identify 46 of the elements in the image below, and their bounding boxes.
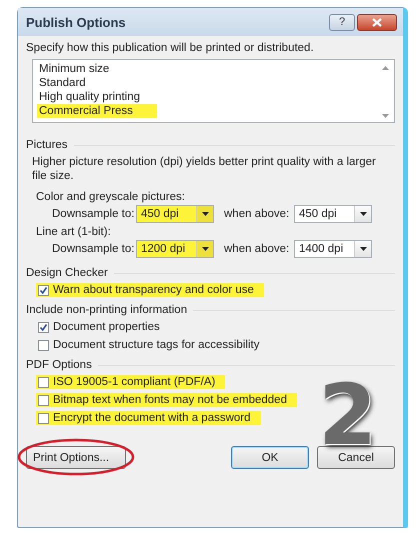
help-button[interactable]: ? (329, 14, 355, 30)
checkbox[interactable] (38, 376, 49, 388)
checkbox-option[interactable]: ISO 19005-1 compliant (PDF/A) (36, 375, 226, 389)
dropdown-arrow-icon (360, 212, 366, 216)
downsample-dropdown[interactable]: 1200 dpi (136, 240, 214, 258)
group-label: Line art (1-bit): (36, 226, 112, 238)
dropdown-arrow-icon (202, 212, 208, 216)
dialog-button[interactable]: Cancel (317, 446, 395, 469)
close-button[interactable] (357, 14, 397, 30)
checkbox-option[interactable]: Document structure tags for accessibility (36, 338, 270, 352)
preset-list[interactable]: Minimum size Standard High quality printing Commercial Press (32, 59, 395, 123)
checkbox-option[interactable]: Bitmap text when fonts may not be embedded (36, 393, 297, 407)
dialog-button[interactable]: OK (231, 446, 309, 469)
checkbox-option[interactable]: Document properties (36, 320, 170, 334)
dialog-button[interactable]: Print Options... (26, 446, 126, 469)
window-title: Publish Options (26, 14, 126, 30)
checkbox[interactable] (38, 394, 49, 406)
field-label: Downsample to: (52, 208, 136, 220)
section-heading: Design Checker (26, 267, 108, 279)
field-label: when above: (224, 243, 290, 255)
dropdown-arrow-icon (202, 247, 208, 251)
section-heading: PDF Options (26, 359, 92, 371)
checkbox-option[interactable]: Warn about transparency and color use (36, 283, 264, 297)
list-item[interactable]: Standard (37, 76, 88, 90)
list-item[interactable]: Minimum size (37, 62, 112, 76)
close-icon (372, 18, 382, 26)
threshold-dropdown[interactable]: 450 dpi (294, 205, 372, 223)
scroll-up-icon[interactable] (382, 66, 389, 70)
checkbox[interactable] (38, 284, 49, 296)
section-heading: Include non-printing information (26, 304, 188, 316)
checkbox[interactable] (38, 412, 49, 424)
list-item[interactable]: Commercial Press (37, 104, 157, 118)
dropdown-arrow-icon (360, 247, 366, 251)
threshold-dropdown[interactable]: 1400 dpi (294, 240, 372, 258)
field-label: when above: (224, 208, 290, 220)
checkbox[interactable] (38, 322, 49, 332)
description-text: Higher picture resolution (dpi) yields better print quality with a larger file size. (32, 155, 377, 183)
checkbox[interactable] (38, 340, 49, 350)
downsample-dropdown[interactable]: 450 dpi (136, 205, 214, 223)
group-label: Color and greyscale pictures: (36, 191, 186, 203)
scroll-down-icon[interactable] (382, 114, 389, 118)
field-label: Downsample to: (52, 243, 136, 255)
list-item[interactable]: High quality printing (37, 90, 142, 104)
checkbox-option[interactable]: Encrypt the document with a password (36, 411, 261, 425)
instruction-text: Specify how this publication will be printed or distributed. (26, 42, 315, 54)
section-heading: Pictures (26, 139, 68, 151)
